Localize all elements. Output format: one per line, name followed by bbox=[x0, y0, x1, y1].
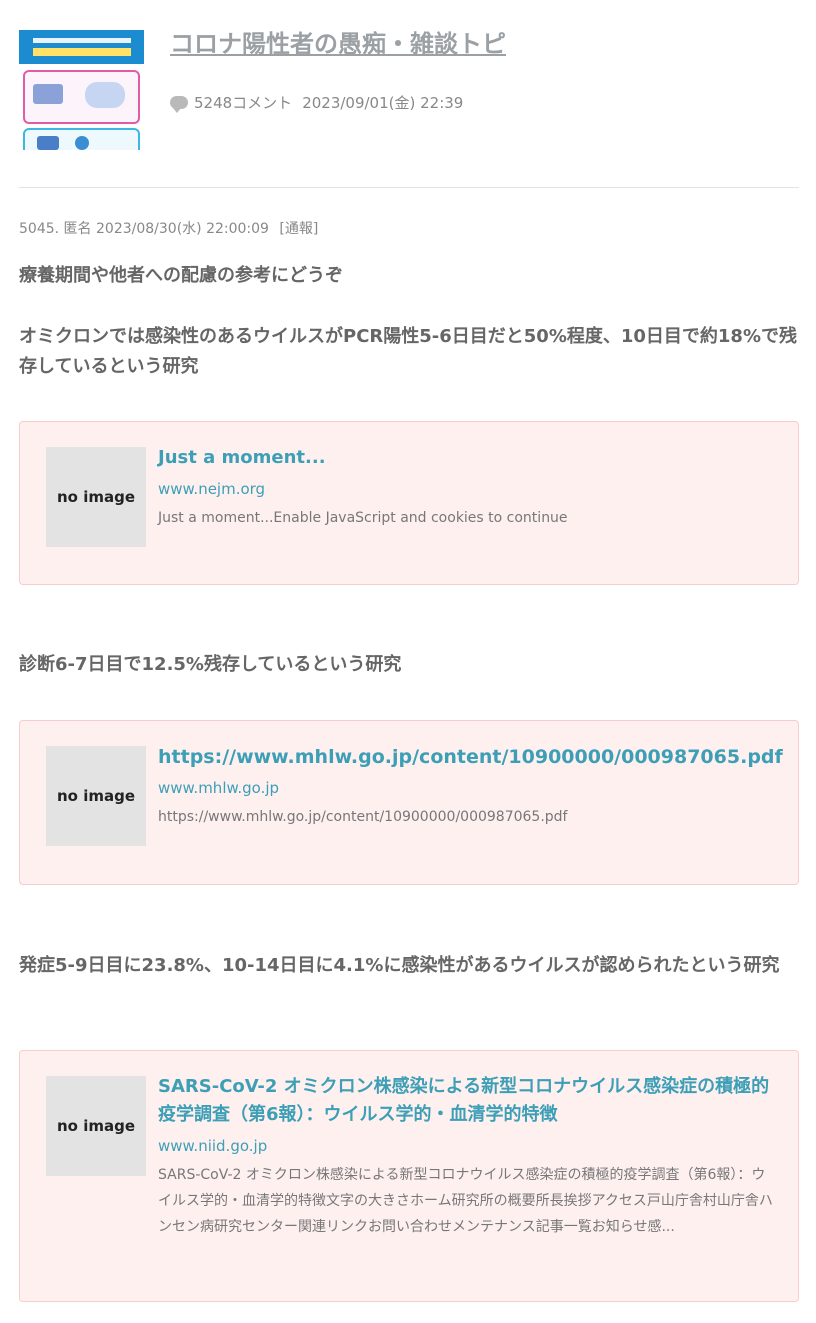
comment-count: 5248コメント bbox=[194, 94, 293, 112]
comment-author: 匿名 bbox=[63, 221, 92, 237]
link-card-domain: www.mhlw.go.jp bbox=[158, 779, 280, 797]
no-image-placeholder: no image bbox=[46, 746, 146, 846]
comment-number: 5045. bbox=[19, 221, 60, 237]
topic-meta: 5248コメント 2023/09/01(金) 22:39 bbox=[170, 92, 463, 113]
topic-title-link[interactable]: コロナ陽性者の愚痴・雑談トピ bbox=[170, 24, 506, 59]
no-image-placeholder: no image bbox=[46, 1076, 146, 1176]
link-card-description: https://www.mhlw.go.jp/content/10900000/… bbox=[158, 809, 568, 825]
link-card-title[interactable]: SARS-CoV-2 オミクロン株感染による新型コロナウイルス感染症の積極的疫学… bbox=[158, 1073, 778, 1129]
topic-thumbnail[interactable] bbox=[19, 30, 144, 150]
no-image-placeholder: no image bbox=[46, 447, 146, 547]
thumbnail-figure-icon bbox=[33, 84, 63, 104]
thumbnail-highlight-line bbox=[33, 48, 131, 56]
link-card[interactable]: no image https://www.mhlw.go.jp/content/… bbox=[19, 720, 799, 885]
thumbnail-figure-icon bbox=[85, 82, 125, 108]
topic-header: コロナ陽性者の愚痴・雑談トピ 5248コメント 2023/09/01(金) 22… bbox=[19, 24, 799, 150]
link-card[interactable]: no image Just a moment... www.nejm.org J… bbox=[19, 421, 799, 585]
header-divider bbox=[19, 187, 799, 188]
comment-paragraph: 発症5-9日目に23.8%、10-14日目に4.1%に感染性があるウイルスが認め… bbox=[19, 955, 780, 976]
comment-meta: 5045. 匿名 2023/08/30(水) 22:00:09 [通報] bbox=[19, 218, 318, 238]
speech-bubble-icon bbox=[170, 96, 188, 113]
comment-paragraph: オミクロンでは感染性のあるウイルスがPCR陽性5-6日目だと50%程度、10日目… bbox=[19, 326, 797, 377]
thumbnail-banner bbox=[19, 30, 144, 64]
thumbnail-figure-icon bbox=[37, 136, 59, 150]
comment-paragraph: 診断6-7日目で12.5%残存しているという研究 bbox=[19, 654, 402, 675]
link-card[interactable]: no image SARS-CoV-2 オミクロン株感染による新型コロナウイルス… bbox=[19, 1050, 799, 1302]
comment-datetime: 2023/08/30(水) 22:00:09 bbox=[96, 221, 269, 237]
thumbnail-text-line bbox=[33, 38, 131, 43]
link-card-description: Just a moment...Enable JavaScript and co… bbox=[158, 510, 568, 526]
topic-date: 2023/09/01(金) 22:39 bbox=[302, 94, 464, 112]
link-card-domain: www.nejm.org bbox=[158, 480, 266, 498]
thumbnail-figure-icon bbox=[75, 136, 89, 150]
link-card-description: SARS-CoV-2 オミクロン株感染による新型コロナウイルス感染症の積極的疫学… bbox=[158, 1167, 773, 1235]
report-link[interactable]: [通報] bbox=[279, 221, 318, 237]
comment-paragraph: 療養期間や他者への配慮の参考にどうぞ bbox=[19, 265, 343, 286]
link-card-title[interactable]: https://www.mhlw.go.jp/content/10900000/… bbox=[158, 743, 783, 771]
link-card-domain: www.niid.go.jp bbox=[158, 1137, 268, 1155]
link-card-title[interactable]: Just a moment... bbox=[158, 444, 778, 472]
